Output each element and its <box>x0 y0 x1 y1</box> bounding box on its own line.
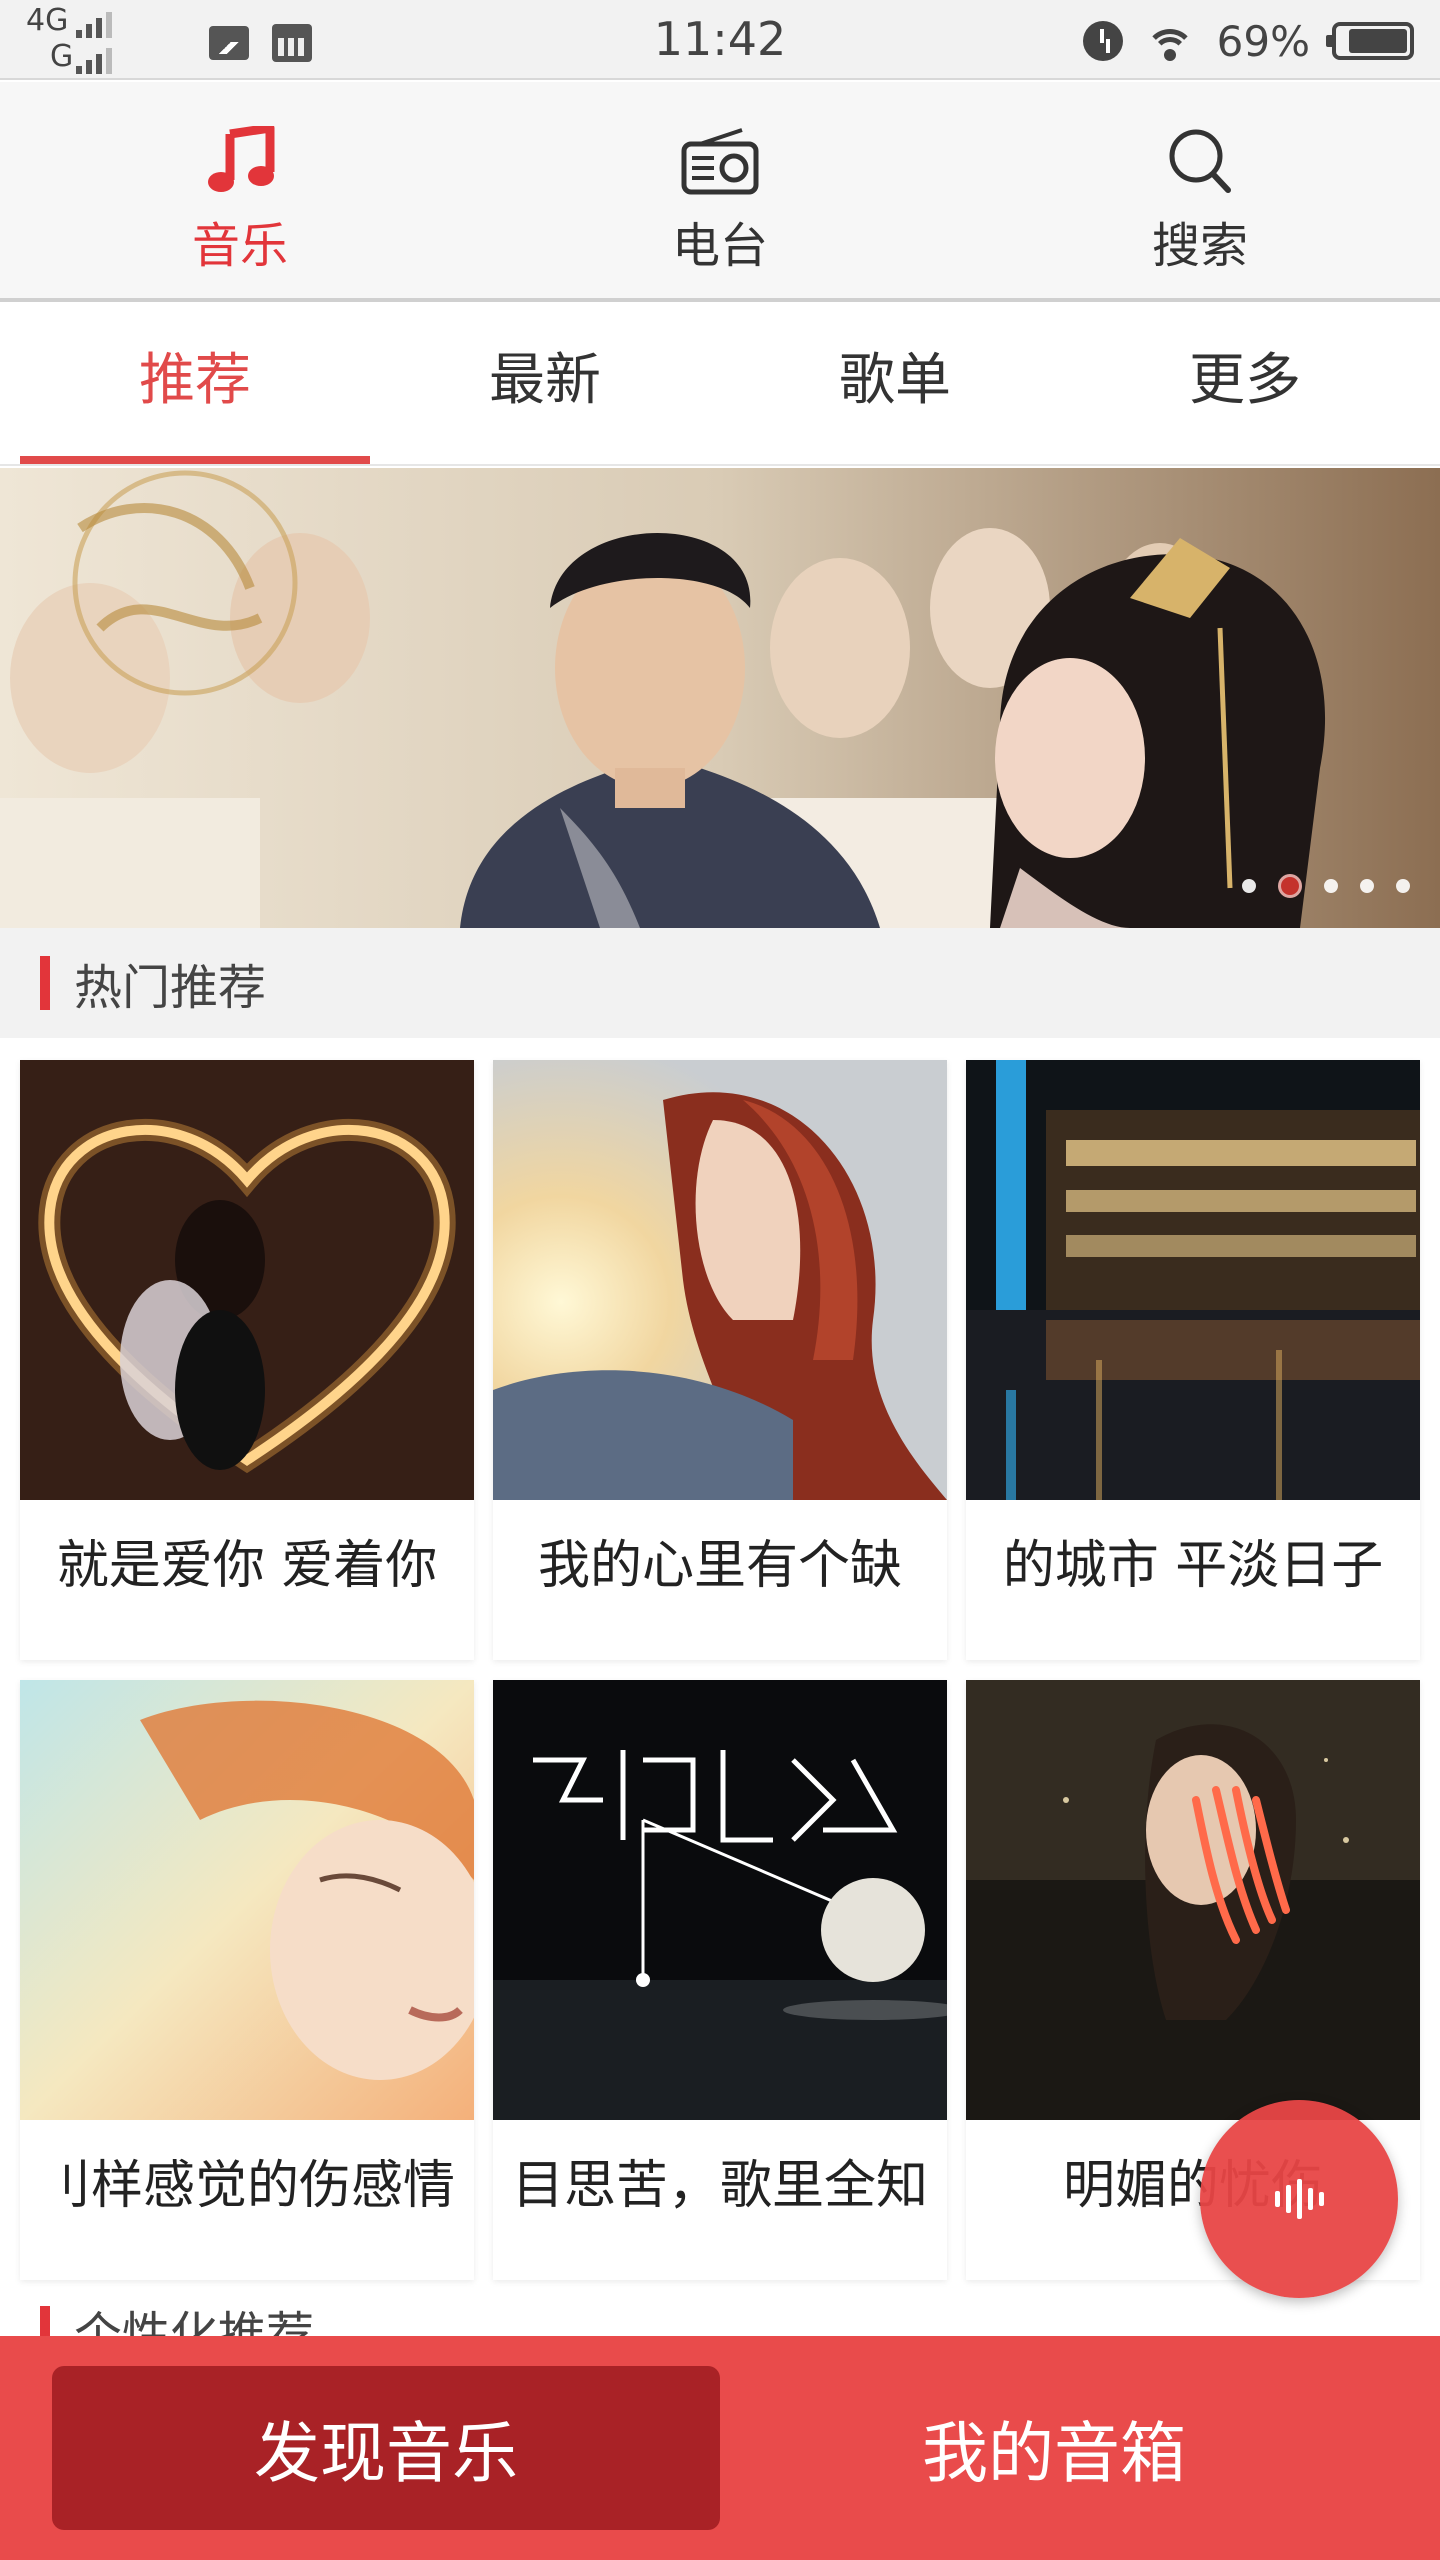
tab-more[interactable]: 更多 <box>1070 306 1420 464</box>
top-nav: 音乐 电台 搜索 <box>0 82 1440 302</box>
banner-carousel[interactable] <box>0 468 1440 928</box>
section-accent-bar <box>40 956 50 1010</box>
section-title: 个性化推荐 <box>74 2307 315 2336</box>
playlist-card[interactable]: 就是爱你 爱着你 <box>20 1060 474 1660</box>
section-accent-bar <box>40 2306 50 2336</box>
banner-dot[interactable] <box>1396 879 1410 893</box>
tab-playlists[interactable]: 歌单 <box>720 306 1070 464</box>
category-tabs: 推荐 最新 歌单 更多 <box>0 306 1440 466</box>
top-nav-search[interactable]: 搜索 <box>960 82 1440 298</box>
wifi-icon <box>1144 21 1195 61</box>
playlist-title: 我的心里有个缺 <box>537 1535 902 1596</box>
top-nav-music-label: 音乐 <box>191 218 288 274</box>
playlist-title: 的城市 平淡日子 <box>1002 1535 1384 1596</box>
playlist-cover-image <box>20 1680 474 2120</box>
playlist-cover-image <box>20 1060 474 1500</box>
playlist-title: 就是爱你 爱着你 <box>56 1535 438 1596</box>
playlist-card[interactable]: 我的心里有个缺 <box>493 1060 947 1660</box>
playlist-title: 目思苦，歌里全知 <box>511 2155 928 2216</box>
equalizer-icon <box>1274 2179 1324 2219</box>
top-nav-search-label: 搜索 <box>1151 218 1248 274</box>
playlist-cover-image <box>966 1060 1420 1500</box>
status-bar: 4G G 11:42 69% <box>0 0 1440 80</box>
bottom-bar: 发现音乐 我的音箱 <box>0 2336 1440 2560</box>
banner-dot[interactable] <box>1242 879 1256 893</box>
search-icon <box>1169 129 1231 193</box>
banner-dot-active[interactable] <box>1278 874 1302 898</box>
banner-pagination <box>1242 874 1410 898</box>
playlist-card[interactable]: 的城市 平淡日子 <box>966 1060 1420 1660</box>
status-right: 69% <box>1082 14 1414 68</box>
playlist-card[interactable]: 目思苦，歌里全知 <box>493 1680 947 2280</box>
now-playing-button[interactable] <box>1200 2100 1398 2298</box>
battery-percent: 69% <box>1216 16 1310 66</box>
playlist-cover-image <box>493 1060 947 1500</box>
banner-image <box>0 468 1440 928</box>
playlist-cover-image <box>493 1680 947 2120</box>
music-note-icon <box>208 126 275 192</box>
tab-latest[interactable]: 最新 <box>370 306 720 464</box>
section-title: 热门推荐 <box>74 960 267 1016</box>
discover-music-button[interactable]: 发现音乐 <box>52 2366 720 2530</box>
banner-dot[interactable] <box>1360 879 1374 893</box>
battery-icon <box>1326 22 1414 60</box>
top-nav-music[interactable]: 音乐 <box>0 82 480 298</box>
top-nav-radio[interactable]: 电台 <box>480 82 960 298</box>
playlist-card[interactable]: 刂样感觉的伤感情 <box>20 1680 474 2280</box>
section-header-personalized: 个性化推荐 <box>0 2292 1440 2336</box>
tab-recommend[interactable]: 推荐 <box>20 306 370 464</box>
banner-dot[interactable] <box>1324 879 1338 893</box>
radio-icon <box>681 128 759 195</box>
top-nav-radio-label: 电台 <box>671 218 768 274</box>
alarm-icon <box>1082 21 1123 61</box>
playlist-title: 刂样感觉的伤感情 <box>38 2155 455 2216</box>
section-header-hot: 热门推荐 <box>0 928 1440 1038</box>
my-speaker-button[interactable]: 我的音箱 <box>720 2366 1388 2530</box>
playlist-grid: 就是爱你 爱着你 我的心里有个缺 的城市 平淡日子 刂样感觉的伤感情 目思苦，歌… <box>20 1060 1420 2280</box>
playlist-cover-image <box>966 1680 1420 2120</box>
